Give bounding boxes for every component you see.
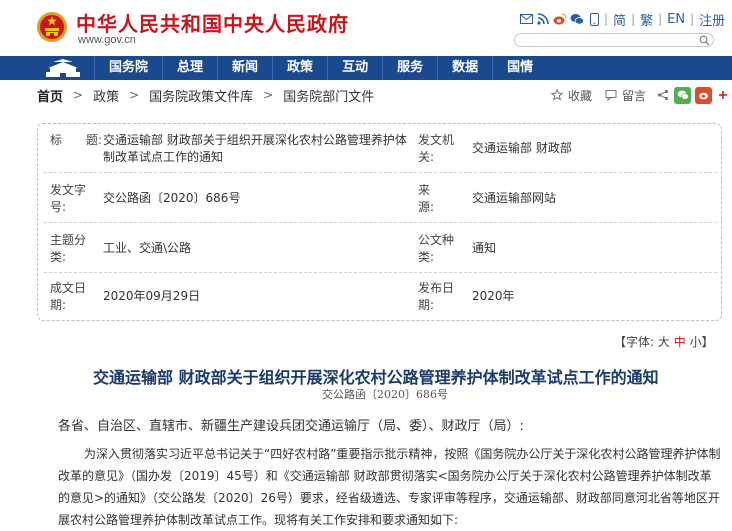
created-label-line2: 期:: [50, 298, 67, 312]
docno-label-line1: 发文字: [50, 183, 87, 197]
plus-icon[interactable]: [716, 88, 730, 102]
traditional-link[interactable]: 繁: [638, 10, 655, 29]
article-doc-number: 交公路函〔2020〕686号: [322, 388, 448, 401]
search-icon[interactable]: [699, 35, 710, 46]
breadcrumb-home[interactable]: 首页: [37, 86, 63, 105]
main-nav: 国务院 总理 新闻 政策 互动 服务 数据 国情: [0, 56, 732, 80]
nav-item-7[interactable]: 国情: [492, 56, 547, 80]
genre-label-line2: 类:: [418, 250, 435, 264]
nav-item-5[interactable]: 服务: [382, 56, 437, 80]
published-value: 2020年: [472, 289, 515, 303]
published-label-line1: 发布日: [418, 281, 455, 295]
docno-value: 交公路函〔2020〕686号: [103, 191, 241, 205]
simplified-link[interactable]: 简: [611, 10, 628, 29]
site-title[interactable]: 中华人民共和国中央人民政府: [76, 8, 349, 37]
source-label: 来 源:: [418, 182, 454, 216]
breadcrumb-separator-icon: >: [263, 88, 274, 102]
wechat-icon[interactable]: [570, 13, 584, 26]
national-emblem-icon[interactable]: [36, 11, 68, 43]
genre-value: 通知: [472, 241, 497, 255]
page-actions: 收藏 留言: [550, 86, 730, 104]
mobile-icon[interactable]: [587, 12, 601, 26]
published-label-line2: 期:: [418, 298, 435, 312]
docno-label: 发文字 号:: [50, 182, 86, 216]
font-size-large-button[interactable]: 大: [658, 335, 670, 349]
breadcrumb-item-library[interactable]: 国务院政策文件库: [149, 86, 253, 105]
weibo-icon[interactable]: [553, 13, 567, 26]
created-label-line1: 成文日: [50, 281, 87, 295]
search-input[interactable]: [514, 33, 714, 47]
article-paragraph: 为深入贯彻落实习近平总书记关于“四好农村路”重要指示批示精神，按照《国务院办公厅…: [58, 447, 721, 527]
issuer-label-line2: 关:: [418, 150, 435, 164]
nav-item-1[interactable]: 总理: [162, 56, 217, 80]
title-label-text: 标 题:: [50, 133, 103, 147]
favorite-button[interactable]: 收藏: [568, 87, 592, 104]
site-header: 中华人民共和国中央人民政府 www.gov.cn | 简 | 繁 | EN | …: [0, 0, 732, 58]
genre-label-line1: 公文种: [418, 233, 455, 247]
document-info-table: 标 题: 交通运输部 财政部关于组织开展深化农村公路管理养护体 制改革试点工作的…: [37, 123, 722, 321]
row-divider: [44, 172, 717, 173]
topic-label-line2: 类:: [50, 250, 67, 264]
share-icon[interactable]: [656, 88, 670, 102]
topic-label-line1: 主题分: [50, 233, 87, 247]
issuer-label-line1: 发文机: [418, 133, 455, 147]
wechat-share-icon[interactable]: [674, 86, 692, 104]
nav-item-2[interactable]: 新闻: [217, 56, 272, 80]
published-label: 发布日 期:: [418, 280, 454, 314]
source-label-line2: 源:: [418, 200, 435, 214]
font-size-small-button[interactable]: 小】: [690, 335, 714, 349]
register-link[interactable]: 注册: [697, 10, 727, 29]
issuer-value: 交通运输部 财政部: [472, 141, 572, 155]
weibo-share-icon[interactable]: [695, 86, 713, 104]
article-greeting: 各省、自治区、直辖市、新疆生产建设兵团交通运输厅（局、委）、财政厅（局）:: [58, 419, 524, 434]
breadcrumb-separator-icon: >: [73, 88, 84, 102]
topic-label: 主题分 类:: [50, 232, 86, 266]
nav-item-3[interactable]: 政策: [272, 56, 327, 80]
divider: |: [690, 12, 695, 26]
title-value-line2: 制改革试点工作的通知: [103, 150, 224, 164]
comment-button[interactable]: 留言: [622, 87, 646, 104]
created-label: 成文日 期:: [50, 280, 86, 314]
font-size-control: 【字体: 大 中 小】: [614, 333, 714, 350]
english-link[interactable]: EN: [665, 12, 687, 27]
font-size-medium-button[interactable]: 中: [674, 335, 686, 349]
breadcrumb-item-dept-docs[interactable]: 国务院部门文件: [283, 86, 374, 105]
breadcrumb-item-policy[interactable]: 政策: [93, 86, 119, 105]
tiananmen-logo-icon[interactable]: [40, 58, 86, 78]
breadcrumb: 首页 > 政策 > 国务院政策文件库 > 国务院部门文件: [37, 86, 374, 105]
star-icon[interactable]: [550, 88, 564, 102]
divider: |: [604, 12, 609, 26]
breadcrumb-separator-icon: >: [129, 88, 140, 102]
source-value: 交通运输部网站: [472, 191, 557, 205]
title-value-line1: 交通运输部 财政部关于组织开展深化农村公路管理养护体: [103, 133, 407, 147]
issuer-label: 发文机 关:: [418, 132, 454, 166]
source-label-line1: 来: [418, 183, 455, 197]
site-url[interactable]: www.gov.cn: [78, 34, 136, 46]
top-tools: | 简 | 繁 | EN | 注册: [519, 10, 727, 29]
mail-icon[interactable]: [519, 13, 533, 26]
rss-icon[interactable]: [536, 13, 550, 26]
row-divider: [44, 222, 717, 223]
row-divider: [44, 272, 717, 273]
created-value: 2020年09月29日: [103, 289, 201, 303]
title-label: 标 题:: [50, 132, 102, 149]
nav-item-0[interactable]: 国务院: [94, 56, 162, 80]
topic-value: 工业、交通\公路: [103, 241, 192, 255]
genre-label: 公文种 类:: [418, 232, 454, 266]
divider: |: [631, 12, 636, 26]
font-size-prefix: 【字体:: [614, 335, 655, 349]
comment-icon[interactable]: [604, 88, 618, 102]
article-title: 交通运输部 财政部关于组织开展深化农村公路管理养护体制改革试点工作的通知: [93, 368, 659, 387]
divider: |: [658, 12, 663, 26]
nav-item-4[interactable]: 互动: [327, 56, 382, 80]
title-value: 交通运输部 财政部关于组织开展深化农村公路管理养护体 制改革试点工作的通知: [103, 132, 423, 166]
nav-items: 国务院 总理 新闻 政策 互动 服务 数据 国情: [94, 56, 547, 80]
docno-label-line2: 号:: [50, 200, 67, 214]
nav-item-6[interactable]: 数据: [437, 56, 492, 80]
